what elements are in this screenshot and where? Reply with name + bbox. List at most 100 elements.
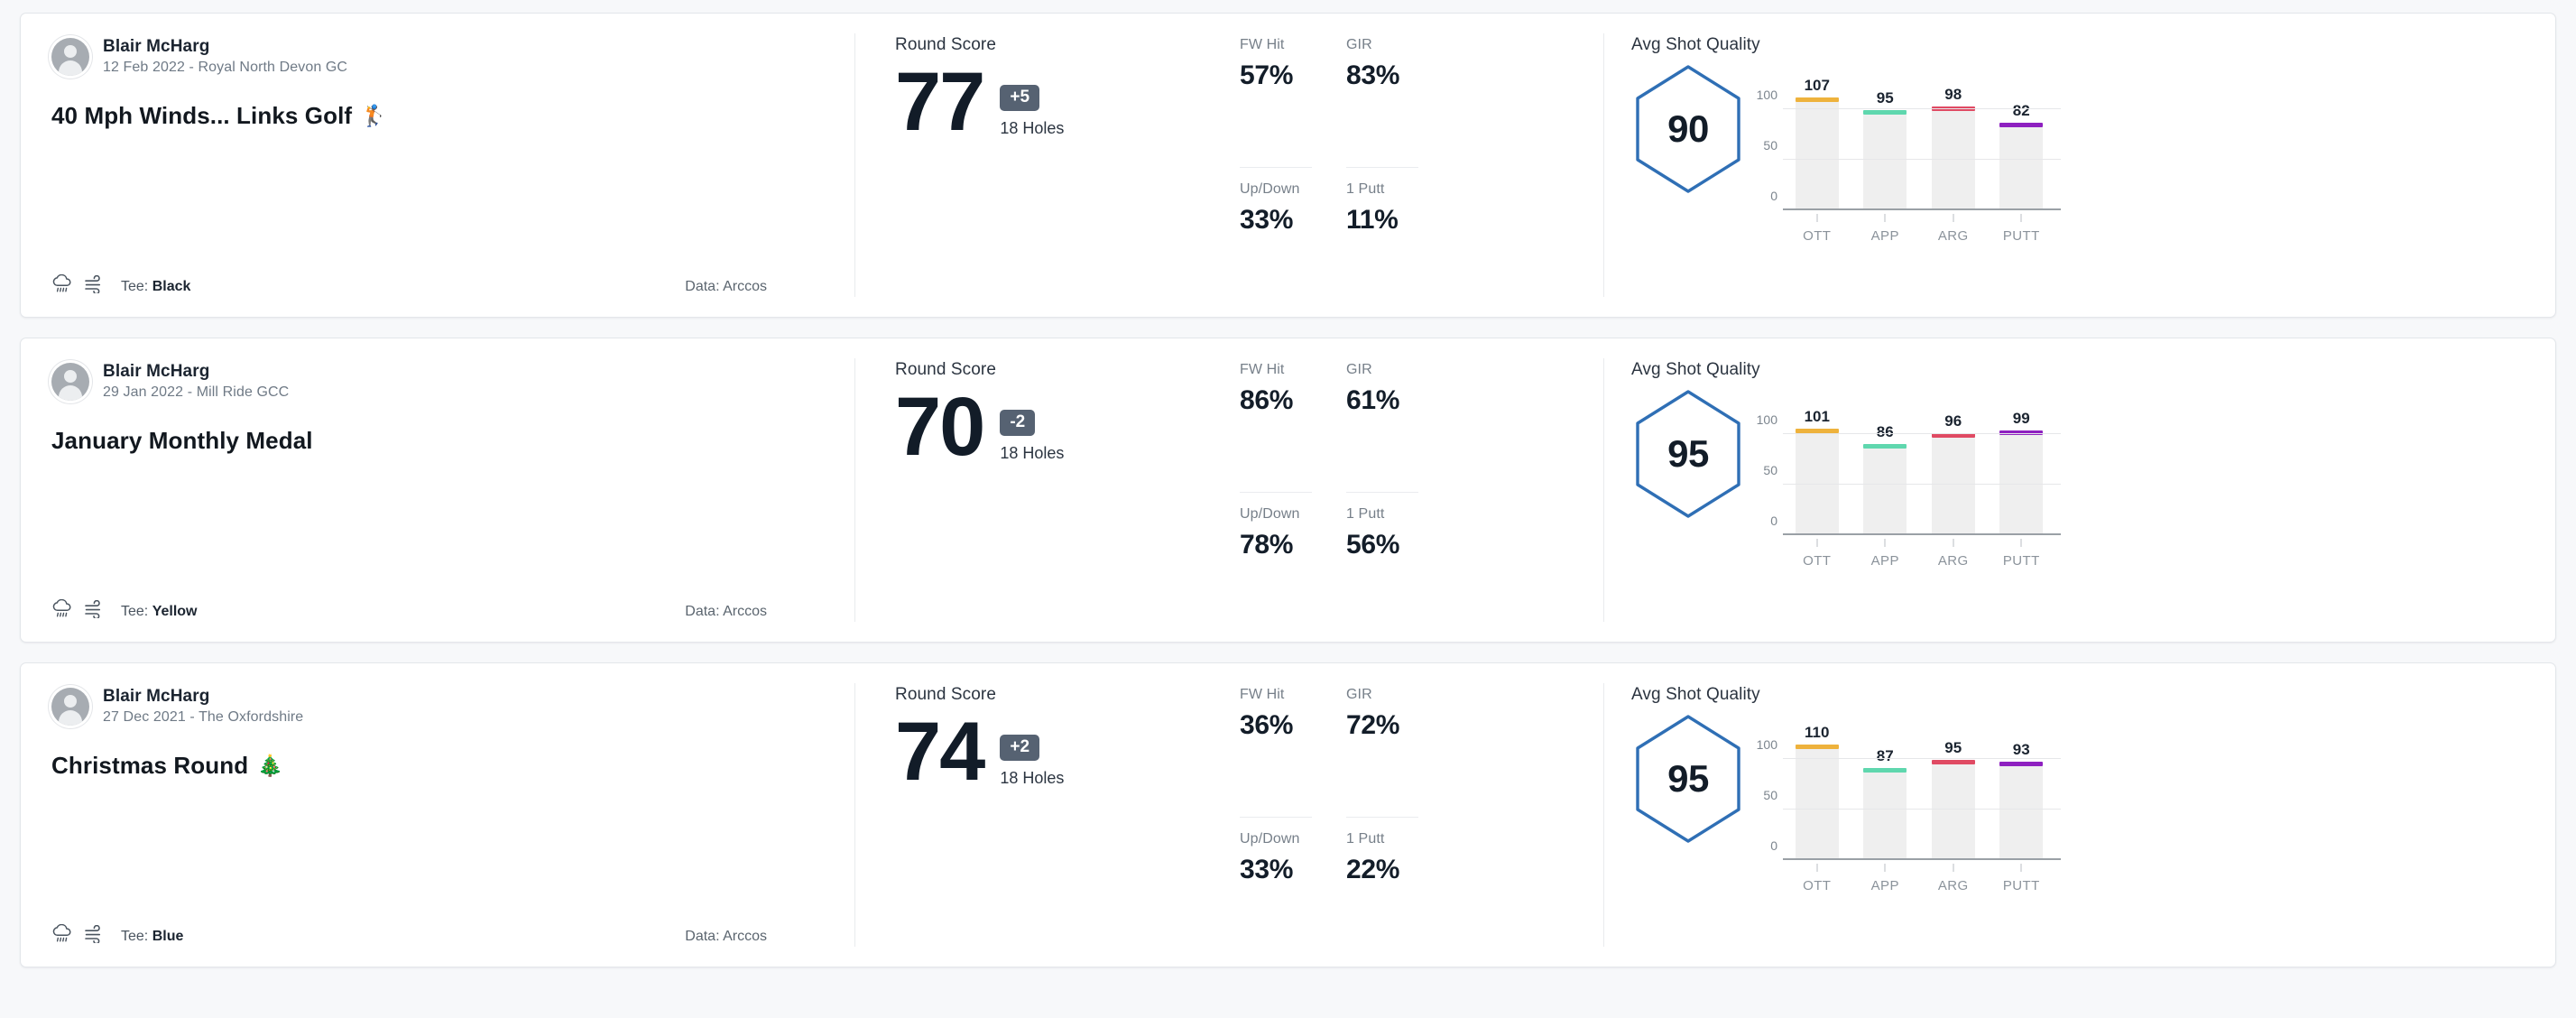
round-date-course: 29 Jan 2022 - Mill Ride GCC (103, 384, 290, 400)
conditions-group: Tee: Black (51, 273, 191, 299)
shot-quality-bar-chart: 0 50 100 107 95 98 82 OTT APP ARG PUTT (1757, 77, 2061, 244)
round-footer: Tee: Yellow Data: Arccos (51, 598, 814, 624)
stat-gir: GIR 61% (1346, 362, 1418, 493)
avatar-body-shape (59, 384, 82, 401)
score-row: 77 +5 18 Holes (895, 56, 1240, 148)
chart-y-tick: 50 (1763, 463, 1777, 477)
chart-x-tick (2020, 539, 2022, 547)
chart-x-tick (1816, 539, 1818, 547)
chart-bar[interactable]: 87 (1851, 734, 1920, 860)
round-score-value: 70 (895, 381, 985, 473)
player-meta: Blair McHarg 29 Jan 2022 - Mill Ride GCC (103, 362, 289, 401)
chart-bar-track (1999, 430, 2044, 535)
conditions-group: Tee: Yellow (51, 598, 198, 624)
data-source-prefix: Data: (685, 278, 720, 294)
stat-one-putt: 1 Putt 22% (1346, 831, 1418, 949)
chart-x-label: OTT (1803, 553, 1832, 569)
chart-bar[interactable]: 110 (1783, 724, 1851, 860)
chart-bars: 101 86 96 99 (1783, 408, 2056, 535)
avatar-head-shape (64, 694, 77, 708)
round-title-text: January Monthly Medal (51, 427, 313, 454)
chart-bar-cap (1795, 97, 1839, 103)
chart-gridline (1783, 108, 2061, 109)
stat-up-down: Up/Down 33% (1240, 831, 1312, 949)
chart-bar-value-label: 107 (1804, 77, 1830, 95)
round-score-value: 77 (895, 56, 985, 148)
chart-bar[interactable]: 99 (1988, 409, 2056, 535)
shot-quality-bar-chart: 0 50 100 101 86 96 99 OTT APP ARG PUTT (1757, 408, 2061, 569)
chart-bar-cap (1999, 761, 2044, 766)
stat-up-down-value: 33% (1240, 855, 1294, 884)
chart-bar-track (1863, 767, 1907, 860)
chart-bar[interactable]: 95 (1919, 734, 1988, 860)
chart-y-tick: 0 (1770, 189, 1777, 203)
round-title[interactable]: 40 Mph Winds... Links Golf 🏌 (51, 101, 814, 131)
stat-one-putt: 1 Putt 56% (1346, 506, 1418, 624)
chart-y-axis: 0 50 100 (1750, 734, 1777, 860)
round-score-value: 74 (895, 706, 985, 798)
chart-bar-cap (1863, 109, 1907, 115)
chart-x-slot: ARG (1919, 535, 1988, 575)
tee-value: Black (152, 278, 191, 294)
hexagon-badge: 95 (1631, 387, 1745, 521)
chart-bar-cap (1863, 443, 1907, 449)
chart-x-label: OTT (1803, 878, 1832, 893)
chart-bar-track (1999, 123, 2044, 210)
score-block: Round Score 77 +5 18 Holes (895, 35, 1240, 299)
avatar[interactable] (51, 362, 89, 401)
round-card[interactable]: Blair McHarg 12 Feb 2022 - Royal North D… (20, 13, 2556, 318)
round-info-panel: Blair McHarg 29 Jan 2022 - Mill Ride GCC… (21, 338, 855, 642)
round-title[interactable]: Christmas Round 🎄 (51, 751, 814, 781)
avg-shot-quality-value: 90 (1667, 107, 1709, 150)
chart-x-label: PUTT (2002, 553, 2040, 569)
avatar[interactable] (51, 37, 89, 76)
chart-x-slot: ARG (1919, 860, 1988, 900)
round-card[interactable]: Blair McHarg 27 Dec 2021 - The Oxfordshi… (20, 662, 2556, 967)
chart-bar-value-label: 87 (1876, 746, 1894, 764)
player-name: Blair McHarg (103, 687, 210, 706)
stat-gir-label: GIR (1346, 362, 1372, 377)
chart-bar-track (1863, 443, 1907, 535)
stat-fw-hit-value: 57% (1240, 60, 1294, 90)
chart-bar[interactable]: 93 (1988, 734, 2056, 860)
rain-cloud-icon (51, 923, 73, 949)
chart-x-slot: APP (1851, 535, 1920, 575)
chart-y-tick: 50 (1763, 138, 1777, 153)
stat-up-down-label: Up/Down (1240, 181, 1300, 197)
chart-bar-track (1999, 761, 2044, 860)
avg-shot-quality-body: 90 0 50 100 107 95 98 82 OTT APP ARG PUTT (1631, 57, 2525, 244)
chart-bar[interactable]: 96 (1919, 409, 1988, 535)
chart-gridline (1783, 159, 2061, 160)
chart-x-tick (1884, 539, 1886, 547)
stat-up-down-label: Up/Down (1240, 506, 1300, 522)
stat-fw-hit-label: FW Hit (1240, 362, 1285, 377)
player-row[interactable]: Blair McHarg 27 Dec 2021 - The Oxfordshi… (51, 687, 814, 726)
round-title[interactable]: January Monthly Medal (51, 426, 814, 456)
chart-bar[interactable]: 107 (1783, 77, 1851, 210)
chart-bar[interactable]: 86 (1851, 409, 1920, 535)
avg-shot-quality-body: 95 0 50 100 110 87 95 93 OTT APP ARG PUTT (1631, 707, 2525, 893)
round-card[interactable]: Blair McHarg 29 Jan 2022 - Mill Ride GCC… (20, 338, 2556, 643)
avg-shot-quality-panel: Avg Shot Quality 95 0 50 100 101 86 96 99 OTT… (1604, 338, 2555, 642)
chart-bar[interactable]: 95 (1851, 84, 1920, 210)
round-title-text: Christmas Round (51, 752, 249, 779)
round-stats-grid: FW Hit 57% GIR 83% Up/Down 33% 1 Putt 11… (1240, 37, 1418, 299)
avatar[interactable] (51, 687, 89, 726)
player-row[interactable]: Blair McHarg 29 Jan 2022 - Mill Ride GCC (51, 362, 814, 401)
tee-prefix: Tee: (121, 278, 149, 294)
rounds-feed: Blair McHarg 12 Feb 2022 - Royal North D… (0, 0, 2576, 976)
data-source: Data: Arccos (685, 604, 767, 620)
chart-bar[interactable]: 82 (1988, 84, 2056, 210)
to-par-badge: -2 (1000, 409, 1036, 436)
chart-y-tick: 100 (1756, 412, 1777, 427)
stat-up-down-value: 33% (1240, 205, 1294, 235)
chart-bar[interactable]: 98 (1919, 84, 1988, 210)
player-row[interactable]: Blair McHarg 12 Feb 2022 - Royal North D… (51, 37, 814, 76)
chart-bar-track (1863, 109, 1907, 210)
stat-fw-hit-label: FW Hit (1240, 687, 1285, 702)
chart-x-label: APP (1870, 553, 1899, 569)
chart-bar[interactable]: 101 (1783, 408, 1851, 535)
chart-x-slot: APP (1851, 210, 1920, 250)
chart-bar-track (1931, 433, 1975, 535)
data-source-prefix: Data: (685, 603, 720, 619)
